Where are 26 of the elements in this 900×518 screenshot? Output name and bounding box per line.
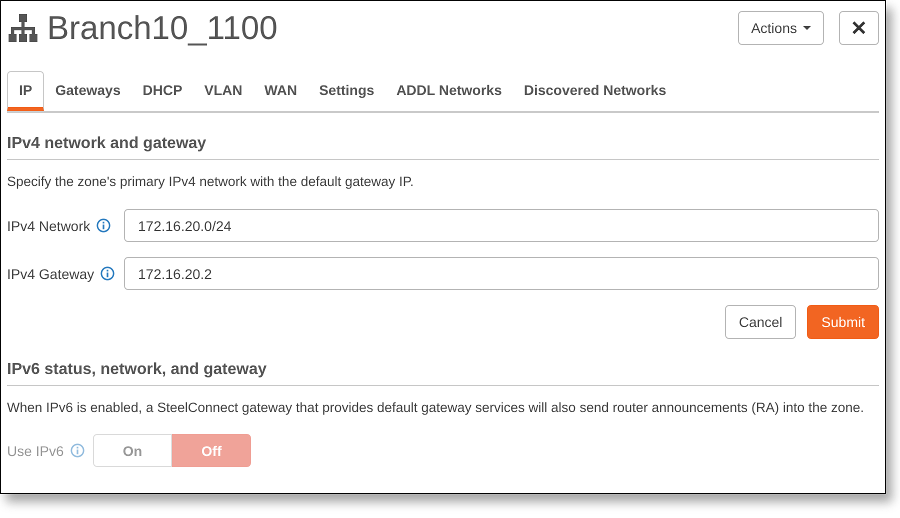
section-heading: IPv6 status, network, and gateway xyxy=(7,339,879,386)
field-label: IPv4 Network xyxy=(7,218,90,234)
tab[interactable]: Discovered Networks xyxy=(512,71,678,109)
network-icon xyxy=(7,12,39,44)
description-text: When IPv6 is enabled, a SteelConnect gateway that provides default gateway services will also send router announcements (RA) into the zone. xyxy=(7,399,865,417)
input-field[interactable]: 172.16.20.0/24 xyxy=(124,209,879,242)
caret-icon xyxy=(803,26,811,30)
tab[interactable]: VLAN xyxy=(193,71,254,109)
tab[interactable]: IP xyxy=(7,71,44,111)
tab[interactable]: Gateways xyxy=(44,71,132,109)
tab[interactable]: DHCP xyxy=(132,71,194,109)
info-icon xyxy=(70,443,85,458)
input-field[interactable]: 172.16.20.2 xyxy=(124,257,879,290)
info-icon xyxy=(96,218,112,233)
tab[interactable]: Settings xyxy=(308,71,386,109)
tab[interactable]: ADDL Networks xyxy=(385,71,513,109)
field-label: IPv4 Gateway xyxy=(7,266,94,282)
toggle-label: Use IPv6 xyxy=(7,442,64,458)
section-heading: IPv4 network and gateway xyxy=(7,113,879,160)
close-button[interactable]: ✕ xyxy=(839,11,879,45)
tab[interactable]: WAN xyxy=(253,71,308,109)
window-title: Branch10_1100 xyxy=(47,9,278,47)
cancel-button[interactable]: Cancel xyxy=(724,305,796,339)
description-text: Specify the zone's primary IPv4 network with the default gateway IP. xyxy=(7,173,415,191)
actions-button[interactable]: Actions xyxy=(738,11,824,45)
info-icon xyxy=(100,266,116,281)
